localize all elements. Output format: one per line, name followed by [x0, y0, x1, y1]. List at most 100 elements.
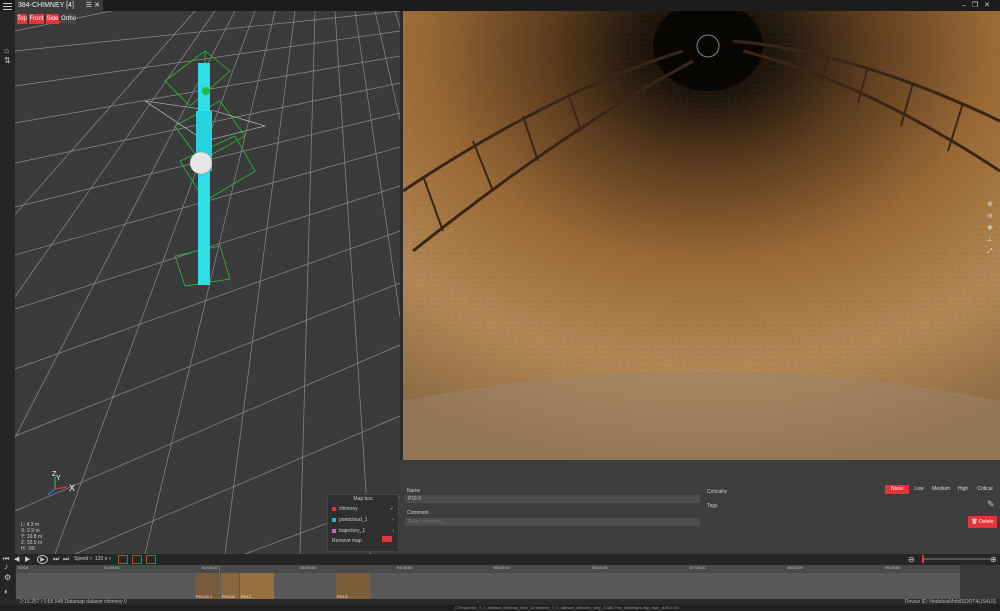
close-tab-icon[interactable]: ✕ — [94, 0, 100, 11]
check-icon[interactable]: ✓ — [390, 506, 394, 512]
skip-end-icon[interactable]: ⏭ — [63, 555, 69, 564]
timeline-zoom-out-icon[interactable]: ⊖ — [908, 555, 915, 564]
settings-gear-icon[interactable]: ⚙ — [4, 574, 12, 582]
speed-increase-icon[interactable]: › — [109, 555, 111, 564]
coordinate-readout: L: 4.3 m X: 2.9 m Y: 10.8 m Z: 32.0 m H:… — [21, 522, 42, 552]
speed-label: Speed — [74, 556, 89, 562]
playhead[interactable] — [219, 565, 220, 599]
side-view-button[interactable]: Side — [46, 14, 59, 24]
layer-color-icon — [332, 528, 336, 533]
svg-text:Y: Y — [56, 475, 61, 482]
time-tick: 03:00:00 — [300, 565, 316, 570]
3d-viewport[interactable]: Y Z X — [15, 11, 400, 554]
playback-bar: ⏮ ◀ ▶ ▶ ⏭ ⏭ Speed ‹ 120 x › ⊖ ⊕ — [0, 554, 1000, 565]
time-tick: 04:00:00 — [397, 565, 413, 570]
timeline-thumbnail[interactable]: POI-01 — [221, 573, 239, 599]
measure-icon[interactable]: ⟂ — [987, 236, 992, 244]
tags-label: Tags — [707, 503, 718, 509]
timeline-thumbnail[interactable]: POI-1 — [240, 573, 274, 599]
sort-icon[interactable]: ⇅ — [4, 57, 12, 65]
timeline-track[interactable] — [16, 573, 960, 599]
poi-properties-panel — [400, 460, 1000, 554]
timeline-thumbnail[interactable]: POI-3 — [336, 573, 370, 599]
home-icon[interactable]: ⌂ — [4, 47, 12, 55]
document-tab[interactable]: 384-CHIMNEY [4] ☰ ✕ — [15, 0, 103, 11]
step-back-icon[interactable]: ◀ — [14, 555, 19, 564]
add-poi-icon[interactable] — [146, 555, 156, 564]
pan-icon[interactable]: ✥ — [987, 224, 993, 232]
layer-name: trajectory_1 — [339, 528, 366, 534]
search-poi-icon[interactable] — [118, 555, 128, 564]
edit-pencil-icon[interactable]: ✎ — [987, 499, 995, 510]
inspection-photo[interactable] — [403, 11, 1000, 460]
comment-input[interactable] — [405, 518, 700, 526]
time-tick: 01:00:00 — [104, 565, 120, 570]
time-tick: 09:00:00 — [885, 565, 901, 570]
layer-name: pointcloud_1 — [339, 517, 368, 523]
close-window-icon[interactable]: ✕ — [984, 2, 996, 9]
delete-label: Delete — [979, 519, 994, 525]
zoom-in-icon[interactable]: ⊕ — [987, 200, 993, 208]
restore-icon[interactable]: ❐ — [972, 2, 984, 9]
timeline-end-area — [960, 565, 1000, 599]
timeline-zoom-in-icon[interactable]: ⊕ — [990, 555, 997, 564]
filter-poi-icon[interactable] — [132, 555, 142, 564]
remove-map-button[interactable] — [382, 536, 392, 542]
svg-text:Z: Z — [52, 471, 57, 478]
fit-icon[interactable]: ⤢ — [987, 248, 993, 256]
front-view-button[interactable]: Front — [29, 14, 44, 24]
timeline-thumbnail[interactable]: POI-02-1 — [195, 573, 219, 599]
hamburger-menu-icon[interactable] — [3, 1, 12, 10]
document-tab-title: 384-CHIMNEY [4] — [18, 2, 74, 9]
map-box-title: Map box — [353, 496, 373, 502]
svg-text:X: X — [69, 483, 75, 493]
layer-name: chimney — [339, 506, 358, 512]
speed-decrease-icon[interactable]: ‹ — [90, 555, 92, 564]
criticality-low-button[interactable]: Low — [911, 485, 927, 494]
delete-button[interactable]: 🗑 Delete — [968, 516, 997, 528]
chimney-photo-image[interactable] — [403, 11, 1000, 460]
skip-start-icon[interactable]: ⏮ — [3, 555, 9, 564]
left-rail: ⌂ ⇅ ♪ ⚙ ◐ — [0, 11, 15, 601]
time-tick: 00:00 — [18, 565, 29, 570]
file-path-bar: C:\Inspector_3_0_dataset_chimney_step_1\… — [0, 605, 1000, 611]
file-path: C:\Inspector_3_0_dataset_chimney_step_1\… — [455, 605, 680, 610]
zoom-out-icon[interactable]: ⊖ — [987, 212, 993, 220]
3d-grid-scene[interactable]: Y Z X — [15, 11, 400, 554]
ortho-view-button[interactable]: Ortho — [61, 14, 76, 24]
timeline-zoom-slider[interactable] — [922, 555, 990, 563]
map-box-panel: Map box chimney ✓ pointcloud_1 ‹ trajector… — [327, 494, 399, 552]
play-button[interactable]: ▶ — [37, 555, 48, 564]
tab-list-icon[interactable]: ☰ — [86, 0, 92, 11]
minimize-icon[interactable]: – — [962, 2, 972, 9]
map-layer-row[interactable]: chimney ✓ — [332, 506, 394, 512]
time-tick: 08:00:00 — [787, 565, 803, 570]
window-controls: –❐✕ — [962, 0, 996, 11]
speed-value: 120 x — [95, 556, 108, 562]
layer-color-icon — [332, 517, 336, 522]
step-forward-icon[interactable]: ▶ — [25, 555, 30, 564]
coord-line: H: -90 — [21, 546, 35, 552]
time-tick: 06:00:00 — [592, 565, 608, 570]
criticality-medium-button[interactable]: Medium — [929, 485, 953, 494]
criticality-high-button[interactable]: High — [955, 485, 971, 494]
criticality-label: Criticality — [707, 489, 728, 495]
chevron-left-icon[interactable]: ‹ — [392, 517, 394, 523]
name-label: Name — [407, 488, 421, 494]
timeline-ruler[interactable]: 00:00 01:00:00 02:00:00 03:00:00 04:00:0… — [16, 565, 960, 573]
map-layer-row[interactable]: pointcloud_1 ‹ — [332, 517, 394, 523]
layer-color-icon — [332, 506, 336, 511]
name-input[interactable] — [405, 495, 700, 503]
chevron-left-icon[interactable]: ‹ — [392, 528, 394, 534]
time-tick: 02:00:00 — [202, 565, 218, 570]
criticality-critical-button[interactable]: Critical — [973, 485, 997, 494]
top-view-button[interactable]: Top — [17, 14, 27, 24]
comment-label: Comment — [407, 510, 429, 516]
map-layer-row[interactable]: trajectory_1 ‹ — [332, 528, 394, 534]
title-bar — [0, 0, 1000, 11]
time-tick: 07:00:00 — [690, 565, 706, 570]
time-tick: 05:00:00 — [494, 565, 510, 570]
next-frame-icon[interactable]: ⏭ — [53, 555, 59, 564]
zoom-slider-handle[interactable] — [922, 555, 924, 563]
criticality-none-button[interactable]: None — [885, 485, 909, 494]
